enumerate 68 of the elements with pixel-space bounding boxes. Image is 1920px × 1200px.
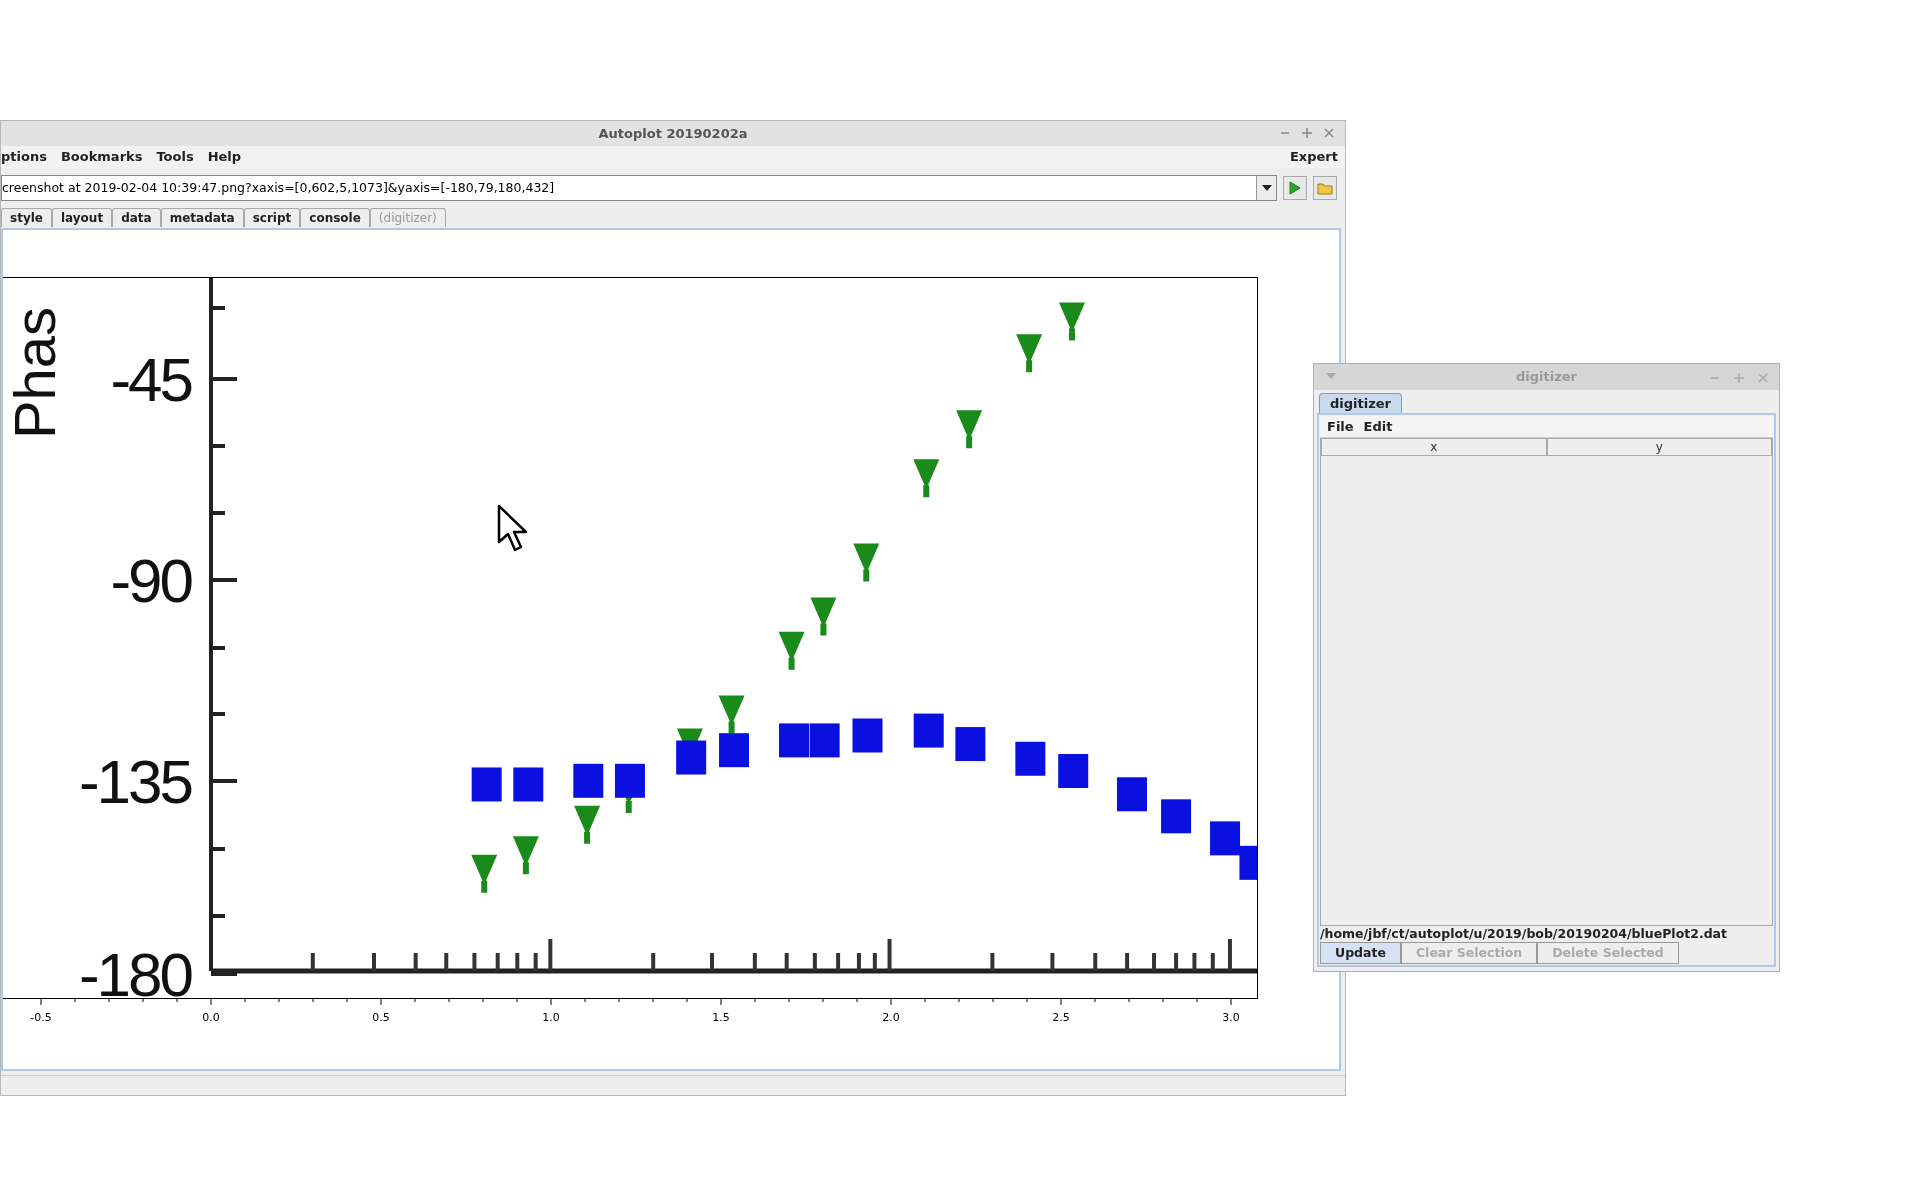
axis-tick-label: -45 <box>110 345 191 414</box>
triangle-marker <box>913 459 940 498</box>
close-icon[interactable] <box>1323 125 1335 139</box>
square-marker <box>809 723 840 758</box>
axis-tick-label: -180 <box>78 940 191 998</box>
menu-item[interactable]: Tools <box>149 147 201 167</box>
triangle-marker <box>956 410 983 449</box>
triangle-marker <box>1016 334 1043 373</box>
run-button[interactable] <box>1283 176 1307 200</box>
tab[interactable]: metadata <box>160 208 244 227</box>
axis-tick-label: 1.5 <box>712 1010 730 1026</box>
square-marker <box>1161 799 1192 834</box>
square-marker <box>719 733 750 768</box>
tab[interactable]: digitizer <box>1319 393 1402 413</box>
window-title: digitizer <box>1516 368 1577 387</box>
axis-tick-label: 2.0 <box>882 1010 900 1026</box>
axis-tick-label: 0.5 <box>372 1010 390 1026</box>
column-header[interactable]: y <box>1546 438 1772 456</box>
axis-tick-label: 3.0 <box>1222 1010 1240 1026</box>
triangle-marker <box>810 597 837 636</box>
axis-tick-label: -0.5 <box>30 1010 52 1026</box>
window-title: Autoplot 20190202a <box>598 124 748 143</box>
tab[interactable]: console <box>300 208 370 227</box>
axis-tick-label: -90 <box>110 546 191 615</box>
menu-item[interactable]: ptions <box>1 147 54 167</box>
axis-tick-label: -135 <box>78 747 191 816</box>
maximize-icon[interactable] <box>1733 370 1745 384</box>
square-marker <box>779 723 810 758</box>
triangle-marker <box>471 854 498 893</box>
square-marker <box>676 740 707 775</box>
square-marker <box>471 767 502 802</box>
axis-tick-label: 0.0 <box>202 1010 220 1026</box>
caret-icon[interactable] <box>1326 373 1336 379</box>
menu-item[interactable]: Edit <box>1360 416 1396 437</box>
tab[interactable]: script <box>243 208 301 227</box>
file-path: /home/jbf/ct/autoplot/u/2019/bob/20190204/bluePlot2.dat <box>1320 926 1728 942</box>
axis-tick-label: 2.5 <box>1052 1010 1070 1026</box>
square-marker <box>913 713 944 748</box>
triangle-marker <box>853 543 880 582</box>
square-marker <box>852 718 883 753</box>
menu-item[interactable]: File <box>1324 416 1357 437</box>
square-marker <box>955 727 986 762</box>
axis-title: Phas <box>3 306 67 440</box>
square-marker <box>1117 777 1147 812</box>
triangle-marker <box>718 695 745 734</box>
tab[interactable]: style <box>1 208 52 227</box>
open-button[interactable] <box>1313 176 1337 200</box>
triangle-marker <box>574 805 601 844</box>
maximize-icon[interactable] <box>1301 125 1313 139</box>
square-marker <box>513 767 544 802</box>
menu-item[interactable]: Bookmarks <box>53 147 150 167</box>
play-icon <box>1289 181 1301 195</box>
square-marker <box>1058 754 1089 788</box>
mode-label[interactable]: Expert <box>1290 147 1345 167</box>
column-header[interactable]: x <box>1321 438 1547 456</box>
square-marker <box>614 763 645 798</box>
close-icon[interactable] <box>1757 370 1769 384</box>
action-button[interactable]: Update <box>1320 942 1401 964</box>
axis-tick-label: 1.0 <box>542 1010 560 1026</box>
menu-item[interactable]: Help <box>200 147 249 167</box>
square-marker <box>1015 741 1046 776</box>
triangle-marker <box>512 836 539 875</box>
tab[interactable]: data <box>112 208 161 227</box>
folder-icon <box>1317 181 1333 195</box>
square-marker <box>573 763 604 798</box>
triangle-marker <box>1059 302 1085 341</box>
triangle-marker <box>778 631 805 670</box>
tab[interactable]: layout <box>51 208 113 227</box>
